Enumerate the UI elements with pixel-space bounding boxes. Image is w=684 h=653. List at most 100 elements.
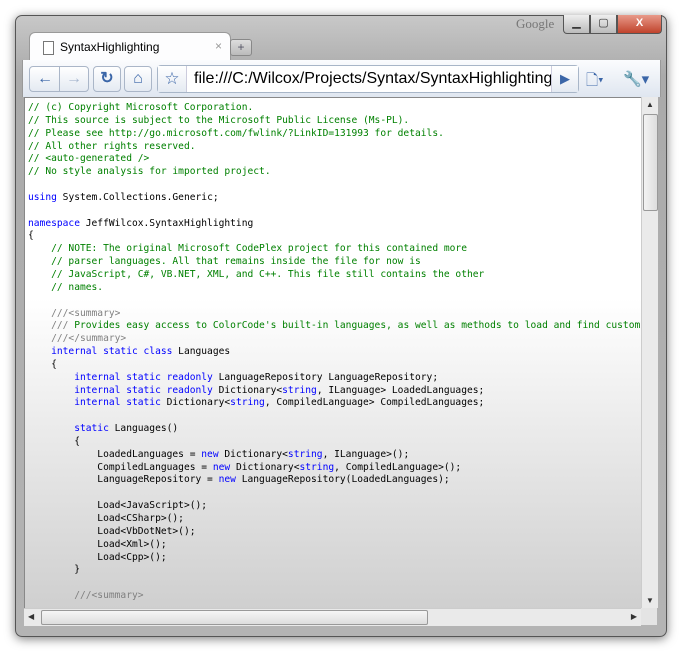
address-bar[interactable]: ☆ file:///C:/Wilcox/Projects/Syntax/Synt… [157,65,579,93]
code-token: Load<Xml>(); [28,538,167,550]
code-token: LanguageRepository(LoadedLanguages); [235,474,450,486]
code-line: /// Provides easy access to ColorCode's … [28,320,642,333]
vertical-scroll-thumb[interactable] [643,114,658,211]
code-token: new [212,461,231,473]
code-token: internal static readonly [28,371,213,383]
vertical-scrollbar[interactable]: ▲ ▼ [641,97,658,608]
scroll-up-icon[interactable]: ▲ [646,100,654,109]
code-line: Load<JavaScript>(); [28,500,641,513]
code-token: Load<VbDotNet>(); [28,525,196,537]
code-token: // names. [28,281,104,293]
code-token: string [230,397,265,409]
code-line: internal static class Languages [28,346,641,359]
minimize-button[interactable]: ▁ [563,15,590,34]
scroll-down-icon[interactable]: ▼ [646,596,654,605]
wrench-menu-icon[interactable]: 🔧▾ [623,70,649,88]
code-line: // <auto-generated /> [28,153,641,166]
home-button[interactable]: ⌂ [124,66,152,92]
forward-button[interactable]: → [59,66,89,92]
code-line: { [28,436,641,449]
code-token: ///<summary> [28,307,121,319]
code-line: internal static Dictionary<string, Compi… [28,397,641,410]
code-token: JeffWilcox.SyntaxHighlighting [79,217,254,229]
page-content: // (c) Copyright Microsoft Corporation. /… [24,97,642,610]
code-line: CompiledLanguages = new Dictionary<strin… [28,461,641,475]
scroll-left-icon[interactable]: ◀ [28,612,34,621]
code-token: Load<CSharp>(); [28,513,184,524]
code-line: Load<VbDotNet>(); [28,525,641,539]
code-token: string [287,448,323,460]
code-token: Provides easy access to ColorCode's buil… [68,320,642,332]
scrollbar-corner [641,608,657,625]
page-icon [43,41,54,55]
url-input[interactable]: file:///C:/Wilcox/Projects/Syntax/Syntax… [194,70,557,88]
horizontal-scroll-thumb[interactable] [41,610,428,625]
code-token: // This source is subject to the Microso… [28,114,410,126]
code-token: /// [28,320,69,332]
go-button[interactable]: ▶ [551,66,578,92]
code-line: // names. [28,281,641,295]
code-token: Dictionary< [218,448,288,460]
code-line: // This source is subject to the Microso… [28,114,641,128]
new-tab-button[interactable]: + [230,39,252,56]
code-line: // Please see http://go.microsoft.com/fw… [28,128,641,141]
window-controls: ▁ ▢ X [563,15,662,34]
code-token: , CompiledLanguage> CompiledLanguages; [264,397,485,409]
brand-label: Google [516,16,555,31]
close-tab-icon[interactable]: × [215,39,222,53]
code-token: , ILanguage>(); [322,448,410,460]
code-token: ///<summary> [28,590,144,602]
code-token: // parser languages. All that remains in… [28,256,421,268]
star-icon[interactable]: ☆ [158,66,187,92]
tab-syntaxhighlighting[interactable]: SyntaxHighlighting × [29,32,231,61]
code-token: // (c) Copyright Microsoft Corporation. [28,102,254,113]
maximize-button[interactable]: ▢ [590,15,617,34]
close-window-button[interactable]: X [617,15,662,34]
code-line: { [28,230,641,243]
code-token: // <auto-generated /> [28,153,150,165]
code-token: new [218,474,236,486]
code-token: internal static [28,397,161,409]
code-line: { [28,359,641,372]
code-line: } [28,564,641,577]
code-token: , ILanguage> LoadedLanguages; [316,384,485,396]
code-token: CompiledLanguages = [28,461,213,473]
code-token: } [28,564,80,576]
back-button[interactable]: ← [29,66,61,92]
code-line: Load<Cpp>(); [28,552,641,565]
code-token: LanguageRepository = [28,474,219,486]
scroll-right-icon[interactable]: ▶ [631,612,637,621]
horizontal-scrollbar[interactable]: ◀ ▶ [24,608,641,626]
code-line: // All other rights reserved. [28,140,641,154]
reload-button[interactable]: ↻ [93,66,121,92]
code-token: Languages() [108,423,179,435]
code-token: string [299,461,335,473]
code-line: Load<CSharp>(); [28,513,641,526]
code-line: static Languages() [28,423,641,436]
code-token: string [282,384,317,396]
code-token: static [28,423,109,435]
code-token: Dictionary< [212,384,283,396]
code-token: // All other rights reserved. [28,140,196,152]
code-line: ///</summary> [28,333,641,346]
code-line: ///<summary> [28,307,641,321]
code-line: ///<summary> [28,590,641,603]
code-line: // No style analysis for imported projec… [28,166,641,179]
code-token: Dictionary< [230,461,300,473]
code-token: internal static readonly [28,384,213,396]
code-token: // No style analysis for imported projec… [28,166,271,178]
code-token: { [28,230,34,242]
page-menu-icon[interactable]: 🗋▾ [586,70,604,95]
code-line: internal static readonly LanguageReposit… [28,371,641,385]
code-token: LoadedLanguages = [28,448,202,460]
code-line: Load<Xml>(); [28,538,641,552]
browser-window: Google ▁ ▢ X SyntaxHighlighting × + ← → … [15,15,667,637]
code-token: namespace [28,217,80,229]
code-line: // JavaScript, C#, VB.NET, XML, and C++.… [28,269,641,282]
